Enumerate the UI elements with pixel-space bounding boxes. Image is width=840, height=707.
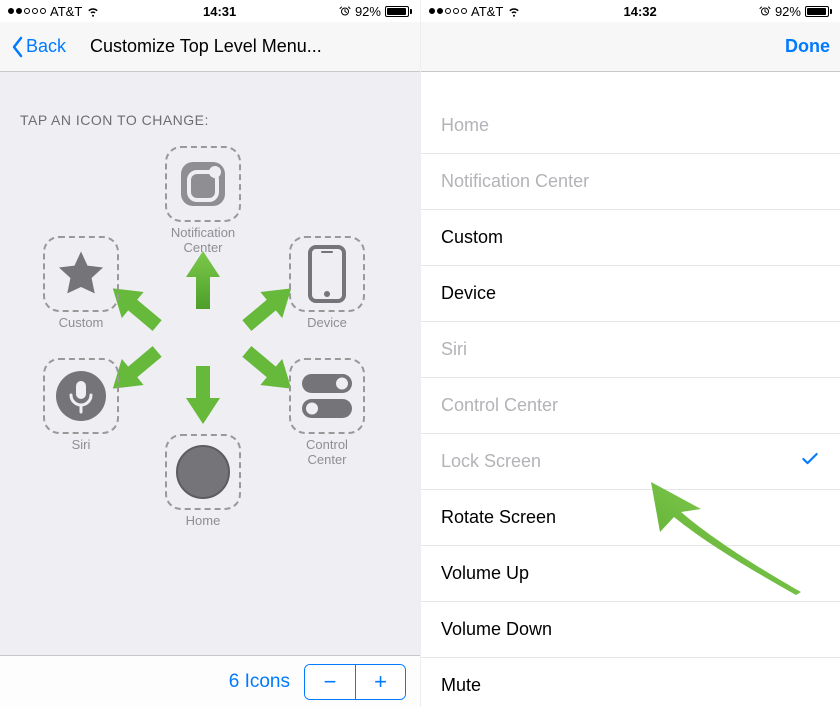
battery-icon	[805, 6, 832, 17]
slot-notification-center[interactable]: Notification Center	[162, 146, 244, 256]
status-time: 14:31	[203, 4, 236, 19]
back-button[interactable]: Back	[10, 36, 66, 58]
icon-count-stepper: − +	[304, 664, 406, 700]
battery-icon	[385, 6, 412, 17]
list-item[interactable]: Rotate Screen	[421, 490, 840, 546]
control-center-icon	[298, 370, 356, 422]
status-bar: AT&T 14:31 92%	[0, 0, 420, 22]
list-item-label: Home	[441, 115, 489, 136]
status-bar: AT&T 14:32 92%	[421, 0, 840, 22]
stepper-plus-button[interactable]: +	[355, 665, 405, 699]
list-item-label: Rotate Screen	[441, 507, 556, 528]
option-list[interactable]: Home Notification Center Custom Device Siri C…	[421, 72, 840, 707]
checkmark-icon	[800, 449, 820, 474]
list-item-label: Volume Down	[441, 619, 552, 640]
back-label: Back	[26, 36, 66, 57]
wifi-icon	[507, 4, 521, 18]
carrier-label: AT&T	[50, 4, 82, 19]
icon-count-label: 6 Icons	[229, 671, 290, 693]
star-icon	[54, 247, 108, 301]
list-item-label: Control Center	[441, 395, 558, 416]
alarm-icon	[339, 5, 351, 17]
signal-dots-icon	[429, 8, 467, 14]
nav-bar: Back Customize Top Level Menu...	[0, 22, 420, 72]
nav-bar: Done	[421, 22, 840, 72]
right-screen: AT&T 14:32 92% Done Home Notification Cen…	[420, 0, 840, 707]
battery-pct: 92%	[775, 4, 801, 19]
left-screen: AT&T 14:31 92% Back Customize Top Level …	[0, 0, 420, 707]
arrow-down-icon	[186, 366, 220, 424]
notification-center-icon	[175, 156, 231, 212]
list-item-label: Mute	[441, 675, 481, 696]
list-item[interactable]: Siri	[421, 322, 840, 378]
list-item[interactable]: Notification Center	[421, 154, 840, 210]
option-list-body: Home Notification Center Custom Device Siri C…	[421, 72, 840, 707]
done-button[interactable]: Done	[785, 36, 830, 57]
list-item[interactable]: Home	[421, 98, 840, 154]
slot-siri[interactable]: Siri	[40, 358, 122, 453]
device-icon	[307, 245, 347, 303]
slot-label: Home	[162, 514, 244, 529]
slot-label: Siri	[40, 438, 122, 453]
list-item[interactable]: Control Center	[421, 378, 840, 434]
list-item-label: Volume Up	[441, 563, 529, 584]
stepper-minus-button[interactable]: −	[305, 665, 355, 699]
arrow-up-icon	[186, 251, 220, 309]
list-item-label: Custom	[441, 227, 503, 248]
slot-device[interactable]: Device	[286, 236, 368, 331]
slot-label: Control Center	[286, 438, 368, 468]
list-item[interactable]: Volume Up	[421, 546, 840, 602]
section-caption: TAP AN ICON TO CHANGE:	[0, 72, 420, 146]
list-item-label: Device	[441, 283, 496, 304]
wifi-icon	[86, 4, 100, 18]
slot-custom[interactable]: Custom	[40, 236, 122, 331]
customize-body: TAP AN ICON TO CHANGE: Notification Cent…	[0, 72, 420, 707]
battery-pct: 92%	[355, 4, 381, 19]
carrier-label: AT&T	[471, 4, 503, 19]
list-item-label: Notification Center	[441, 171, 589, 192]
list-item[interactable]: Volume Down	[421, 602, 840, 658]
slot-home[interactable]: Home	[162, 434, 244, 529]
alarm-icon	[759, 5, 771, 17]
slot-label: Custom	[40, 316, 122, 331]
list-item[interactable]: Mute	[421, 658, 840, 707]
home-button-icon	[174, 443, 232, 501]
slot-label: Device	[286, 316, 368, 331]
slot-label: Notification Center	[162, 226, 244, 256]
list-item[interactable]: Device	[421, 266, 840, 322]
status-time: 14:32	[623, 4, 656, 19]
list-item-label: Lock Screen	[441, 451, 541, 472]
list-item-label: Siri	[441, 339, 467, 360]
bottom-toolbar: 6 Icons − +	[0, 655, 420, 707]
list-item[interactable]: Lock Screen	[421, 434, 840, 490]
icon-layout: Notification Center Custom Device Siri	[0, 146, 420, 655]
microphone-icon	[54, 369, 108, 423]
slot-control-center[interactable]: Control Center	[286, 358, 368, 468]
signal-dots-icon	[8, 8, 46, 14]
list-item[interactable]: Custom	[421, 210, 840, 266]
page-title: Customize Top Level Menu...	[90, 36, 410, 57]
